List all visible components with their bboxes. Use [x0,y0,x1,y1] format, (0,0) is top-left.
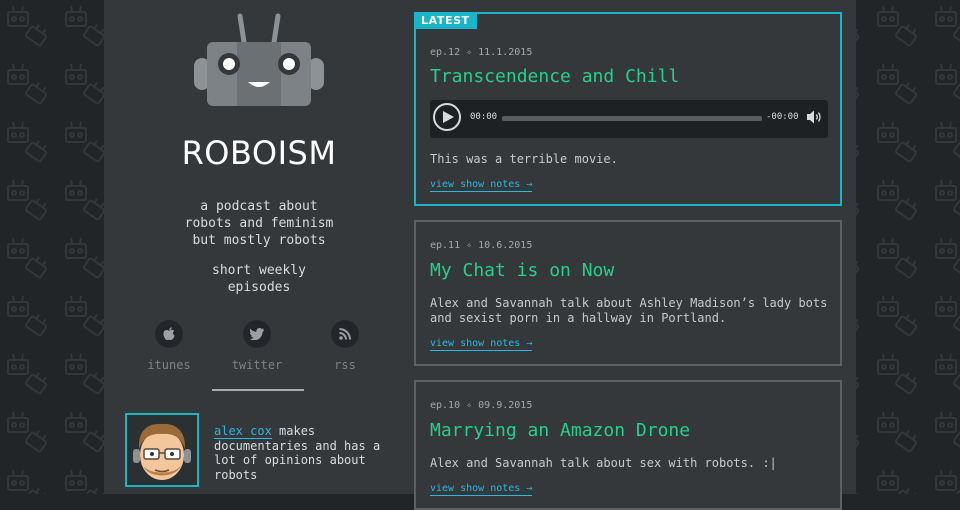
host-bio: alex cox makes documentaries and has a l… [214,424,382,482]
host-avatar-image [127,415,197,485]
schedule-text: short weekly episodes [104,262,414,296]
remaining-time: -00:00 [766,112,799,122]
episode-card-latest: LATEST ep.12 ✧ 11.1.2015 Transcendence a… [414,12,842,206]
volume-icon[interactable] [807,110,823,124]
audio-player: 00:00 -00:00 [430,100,828,138]
tagline: a podcast about robots and feminism but … [104,198,414,249]
twitter-icon[interactable] [243,320,271,348]
view-show-notes-link[interactable]: view show notes → [430,338,533,351]
social-label[interactable]: twitter [222,358,292,372]
episode-title[interactable]: Transcendence and Chill [430,66,679,87]
play-button[interactable] [433,103,461,131]
divider [212,389,304,391]
play-icon [443,111,454,123]
schedule-line: short weekly [212,263,306,278]
social-link-rss[interactable]: rss [310,320,380,372]
progress-bar[interactable] [502,116,762,121]
host-avatar [125,413,199,487]
tagline-line: a podcast about [200,199,318,214]
episode-meta: ep.12 ✧ 11.1.2015 [430,47,533,58]
social-label[interactable]: rss [310,358,380,372]
episode-title[interactable]: Marrying an Amazon Drone [430,420,690,441]
tagline-line: but mostly robots [192,233,326,248]
episode-meta: ep.10 ✧ 09.9.2015 [430,400,533,411]
episode-card: ep.11 ✧ 10.6.2015 My Chat is on Now Alex… [414,220,842,366]
site-title[interactable]: ROBOISM [104,134,414,172]
episode-meta: ep.11 ✧ 10.6.2015 [430,240,533,251]
latest-badge: LATEST [414,12,477,29]
main-container: ROBOISM a podcast about robots and femin… [104,0,856,510]
episode-description: Alex and Savannah talk about sex with ro… [430,456,777,470]
social-link-itunes[interactable]: itunes [134,320,204,372]
schedule-line: episodes [227,280,291,295]
episode-description: This was a terrible movie. [430,152,618,166]
tagline-line: robots and feminism [184,216,334,231]
robot-logo-icon [194,13,324,106]
episode-card: ep.10 ✧ 09.9.2015 Marrying an Amazon Dro… [414,380,842,510]
view-show-notes-link[interactable]: view show notes → [430,483,533,496]
episode-description: Alex and Savannah talk about Ashley Madi… [430,296,828,325]
social-label[interactable]: itunes [134,358,204,372]
view-show-notes-link[interactable]: view show notes → [430,179,533,192]
host-name-link[interactable]: alex cox [214,424,272,439]
apple-icon[interactable] [155,320,183,348]
current-time: 00:00 [470,112,498,122]
social-link-twitter[interactable]: twitter [222,320,292,372]
episode-title[interactable]: My Chat is on Now [430,260,614,281]
rss-icon[interactable] [331,320,359,348]
